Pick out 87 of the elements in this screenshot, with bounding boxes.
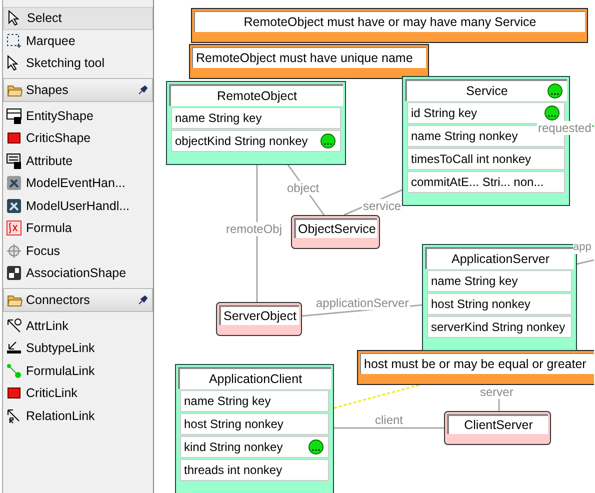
constraint-text: RemoteObject must have or may have many Service xyxy=(194,11,585,32)
palette-item[interactable]: EntityShape xyxy=(3,104,153,127)
arrow-at-icon xyxy=(6,318,22,334)
attribute-label: name String key xyxy=(184,394,271,408)
attribute-row[interactable]: timesToCall int nonkey xyxy=(407,148,565,170)
constraint-text: host must be or may be equal or greater xyxy=(360,353,594,374)
palette-item[interactable]: AssociationShape xyxy=(3,262,153,284)
entity-name: ApplicationClient xyxy=(208,372,302,386)
attribute-row[interactable]: name String key xyxy=(180,390,329,412)
entity-box[interactable]: RemoteObject name String key objectKind String nonkey xyxy=(166,81,346,165)
edge-label: requested xyxy=(537,121,592,135)
dot-link-icon xyxy=(6,362,22,379)
section-header[interactable]: Connectors xyxy=(3,288,153,312)
palette-item[interactable]: CriticShape xyxy=(3,127,153,150)
constraint-box[interactable]: RemoteObject must have unique name xyxy=(189,44,429,79)
critic-dot-icon xyxy=(320,133,336,149)
palette-item[interactable]: AttrLink xyxy=(3,314,153,337)
attribute-row[interactable]: id String key xyxy=(407,102,565,124)
constraint-box[interactable]: host must be or may be equal or greater xyxy=(357,350,594,385)
attribute-row[interactable]: kind String nonkey xyxy=(180,436,329,458)
relationship-name: ClientServer xyxy=(447,414,548,434)
relationship-box[interactable]: ObjectService xyxy=(291,215,380,249)
attribute-label: host String nonkey xyxy=(431,297,530,311)
edge-label: service xyxy=(362,199,402,213)
tool-item[interactable]: Sketching tool xyxy=(3,52,153,74)
arrow-r-icon xyxy=(6,408,22,424)
pin-icon xyxy=(138,84,148,94)
palette-item[interactable]: ModelUserHandl... xyxy=(3,194,153,217)
tool-item[interactable]: Select xyxy=(3,7,153,30)
critic-dot-icon xyxy=(547,83,563,99)
formula-icon xyxy=(6,220,22,236)
edge-label: applicationServer xyxy=(315,296,410,310)
relationship-box[interactable]: ServerObject xyxy=(216,302,302,336)
critic-dot-icon xyxy=(544,105,560,121)
association-tile-icon xyxy=(6,265,22,282)
attribute-row[interactable]: commitAtE... Stri... non... xyxy=(407,171,565,193)
attribute-row[interactable]: objectKind String nonkey xyxy=(171,130,341,152)
entity-box[interactable]: ApplicationClient name String key host String nonkey kind String nonkey threads int nonkey xyxy=(175,364,334,493)
entity-card-icon xyxy=(6,108,22,124)
attribute-label: name String key xyxy=(431,274,518,288)
attribute-row[interactable]: host String nonkey xyxy=(180,413,329,435)
relationship-name: ServerObject xyxy=(219,305,299,325)
dashed-rectangle-icon xyxy=(6,32,22,49)
constraint-text: RemoteObject must have unique name xyxy=(192,47,426,68)
attribute-row[interactable]: host String nonkey xyxy=(427,293,572,315)
edge-label: server xyxy=(479,385,514,399)
subtype-arrow-icon xyxy=(6,340,22,356)
tool-item[interactable]: Marquee xyxy=(3,30,153,52)
attribute-row[interactable]: name String key xyxy=(171,107,341,129)
attribute-label: threads int nonkey xyxy=(184,463,282,477)
palette-item[interactable]: Formula xyxy=(3,217,153,240)
attribute-label: serverKind String nonkey xyxy=(431,320,566,334)
entity-name: ApplicationServer xyxy=(452,252,550,266)
edge-label: client xyxy=(374,413,404,427)
attribute-label: timesToCall int nonkey xyxy=(411,152,532,166)
palette-item[interactable]: Attribute xyxy=(3,150,153,172)
attribute-label: commitAtE... Stri... non... xyxy=(411,175,544,189)
constraint-box[interactable]: RemoteObject must have or may have many Service xyxy=(191,8,588,43)
palette-item[interactable]: Focus xyxy=(3,240,153,262)
palette-item[interactable]: RelationLink xyxy=(3,404,153,427)
attribute-label: host String nonkey xyxy=(184,417,284,431)
attribute-row[interactable]: serverKind String nonkey xyxy=(427,316,572,338)
palette-item[interactable]: FormulaLink xyxy=(3,360,153,382)
crosshair-circle-icon xyxy=(6,242,22,259)
palette-item[interactable]: ModelEventHan... xyxy=(3,172,153,194)
attribute-label: id String key xyxy=(411,106,478,120)
attribute-label: objectKind String nonkey xyxy=(175,134,308,148)
relationship-box[interactable]: ClientServer xyxy=(444,411,551,445)
attribute-label: name String key xyxy=(175,111,262,125)
xyz-card-icon xyxy=(6,152,22,169)
attribute-row[interactable]: threads int nonkey xyxy=(180,459,329,481)
attribute-label: kind String nonkey xyxy=(184,440,283,454)
relationship-name: ObjectService xyxy=(294,218,377,238)
filled-square-icon xyxy=(6,385,22,402)
section-header[interactable]: Shapes xyxy=(3,78,153,102)
connector-line xyxy=(576,259,594,265)
edge-label: remoteObj xyxy=(225,222,284,236)
critic-dot-icon xyxy=(308,439,324,455)
entity-name: RemoteObject xyxy=(217,89,297,103)
palette-item[interactable]: SubtypeLink xyxy=(3,337,153,360)
attribute-row[interactable]: name String key xyxy=(427,270,572,292)
pin-icon xyxy=(138,294,148,304)
palette-item[interactable]: CriticLink xyxy=(3,382,153,404)
edge-label: object xyxy=(286,181,320,195)
filled-square-icon xyxy=(6,130,22,146)
attribute-label: name String nonkey xyxy=(411,129,518,143)
entity-name: Service xyxy=(466,84,508,98)
